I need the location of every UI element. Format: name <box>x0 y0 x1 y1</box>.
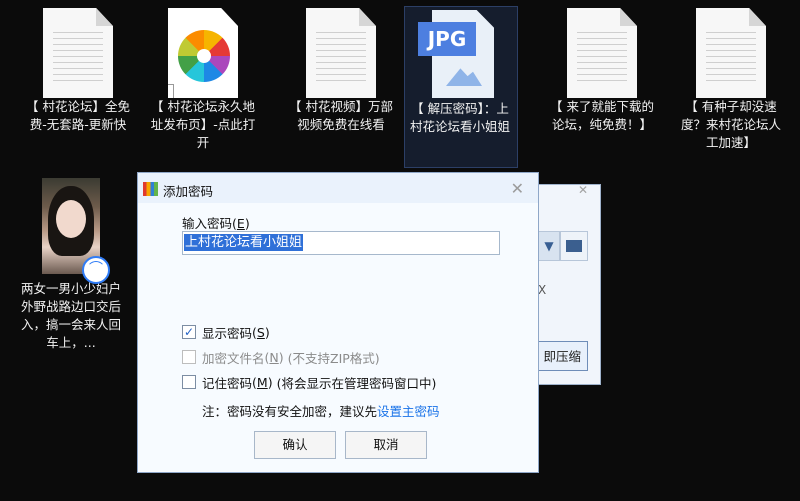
compress-button[interactable]: 即压缩 <box>536 341 588 371</box>
remember-password-option[interactable]: 记住密码(M) (将会显示在管理密码窗口中) <box>182 373 436 391</box>
archive-app-icon <box>143 182 158 196</box>
dialog-title: 添加密码 <box>163 184 214 199</box>
close-icon[interactable]: ✕ <box>578 183 588 197</box>
encrypt-filenames-checkbox <box>182 350 196 364</box>
security-note: 注：密码没有安全加密，建议先设置主密码 <box>202 404 440 419</box>
ok-button[interactable]: 确认 <box>254 431 336 459</box>
desktop-icon-label: 【 村花论坛】全免费-无套路-更新快 <box>26 99 130 132</box>
cancel-button[interactable]: 取消 <box>345 431 427 459</box>
jpg-badge: JPG <box>418 22 476 56</box>
show-password-checkbox[interactable]: ✓ <box>182 325 196 339</box>
truncated-text: X <box>538 283 547 297</box>
player-badge-icon: ⌒ <box>82 256 110 284</box>
close-icon[interactable]: ✕ <box>511 179 524 198</box>
desktop-icon-label: 【 村花论坛永久地址发布页】-点此打开 <box>150 99 256 150</box>
password-value: 上村花论坛看小姐姐 <box>184 234 304 251</box>
desktop-icon-label: 【 来了就能下载的论坛，纯免费！】 <box>550 99 654 132</box>
desktop-icon-text-file[interactable]: 【 有种子却没速度？来村花论坛人工加速】 <box>676 8 786 152</box>
browser-shortcut-icon: ↗ <box>168 8 238 98</box>
dialog-titlebar: 添加密码 ✕ <box>138 173 538 203</box>
password-label: 输入密码(E) <box>182 216 250 231</box>
add-password-dialog: 添加密码 ✕ 输入密码(E) 上村花论坛看小姐姐 ✓ 显示密码(S) 加密文件名… <box>137 172 539 473</box>
video-thumbnail: ⌒ <box>42 178 110 284</box>
password-input[interactable]: 上村花论坛看小姐姐 <box>182 231 500 255</box>
text-file-icon <box>306 8 376 98</box>
desktop-icon-label: 【 解压密码】：上村花论坛看小姐姐 <box>409 101 510 134</box>
background-compress-window: ✕ ▼ X 即压缩 <box>536 183 601 385</box>
desktop-icon-jpg-file[interactable]: JPG 【 解压密码】：上村花论坛看小姐姐 <box>405 8 515 136</box>
desktop-icon-label: 【 有种子却没速度？来村花论坛人工加速】 <box>680 99 781 150</box>
desktop-icon-shortcut[interactable]: ↗ 【 村花论坛永久地址发布页】-点此打开 <box>148 8 258 152</box>
text-file-icon <box>43 8 113 98</box>
remember-password-checkbox[interactable] <box>182 375 196 389</box>
desktop-icon-text-file[interactable]: 【 村花论坛】全免费-无套路-更新快 <box>23 8 133 134</box>
desktop-icon-video-file[interactable]: ⌒ 两女一男小少妇户外野战路边口交后入，搞一会来人回车上，... <box>16 178 126 352</box>
text-file-icon <box>696 8 766 98</box>
jpg-file-icon: JPG <box>418 8 502 100</box>
show-password-option[interactable]: ✓ 显示密码(S) <box>182 323 270 341</box>
encrypt-filenames-option: 加密文件名(N) (不支持ZIP格式) <box>182 348 380 366</box>
folder-icon[interactable] <box>560 231 588 261</box>
text-file-icon <box>567 8 637 98</box>
desktop-icon-label: 【 村花视频】万部视频免费在线看 <box>289 99 393 132</box>
desktop-icon-text-file[interactable]: 【 村花视频】万部视频免费在线看 <box>286 8 396 134</box>
desktop-icon-text-file[interactable]: 【 来了就能下载的论坛，纯免费！】 <box>547 8 657 134</box>
chevron-down-icon[interactable]: ▼ <box>538 231 560 261</box>
set-master-password-link[interactable]: 设置主密码 <box>377 404 440 419</box>
desktop-icon-label: 两女一男小少妇户外野战路边口交后入，搞一会来人回车上，... <box>20 281 121 350</box>
